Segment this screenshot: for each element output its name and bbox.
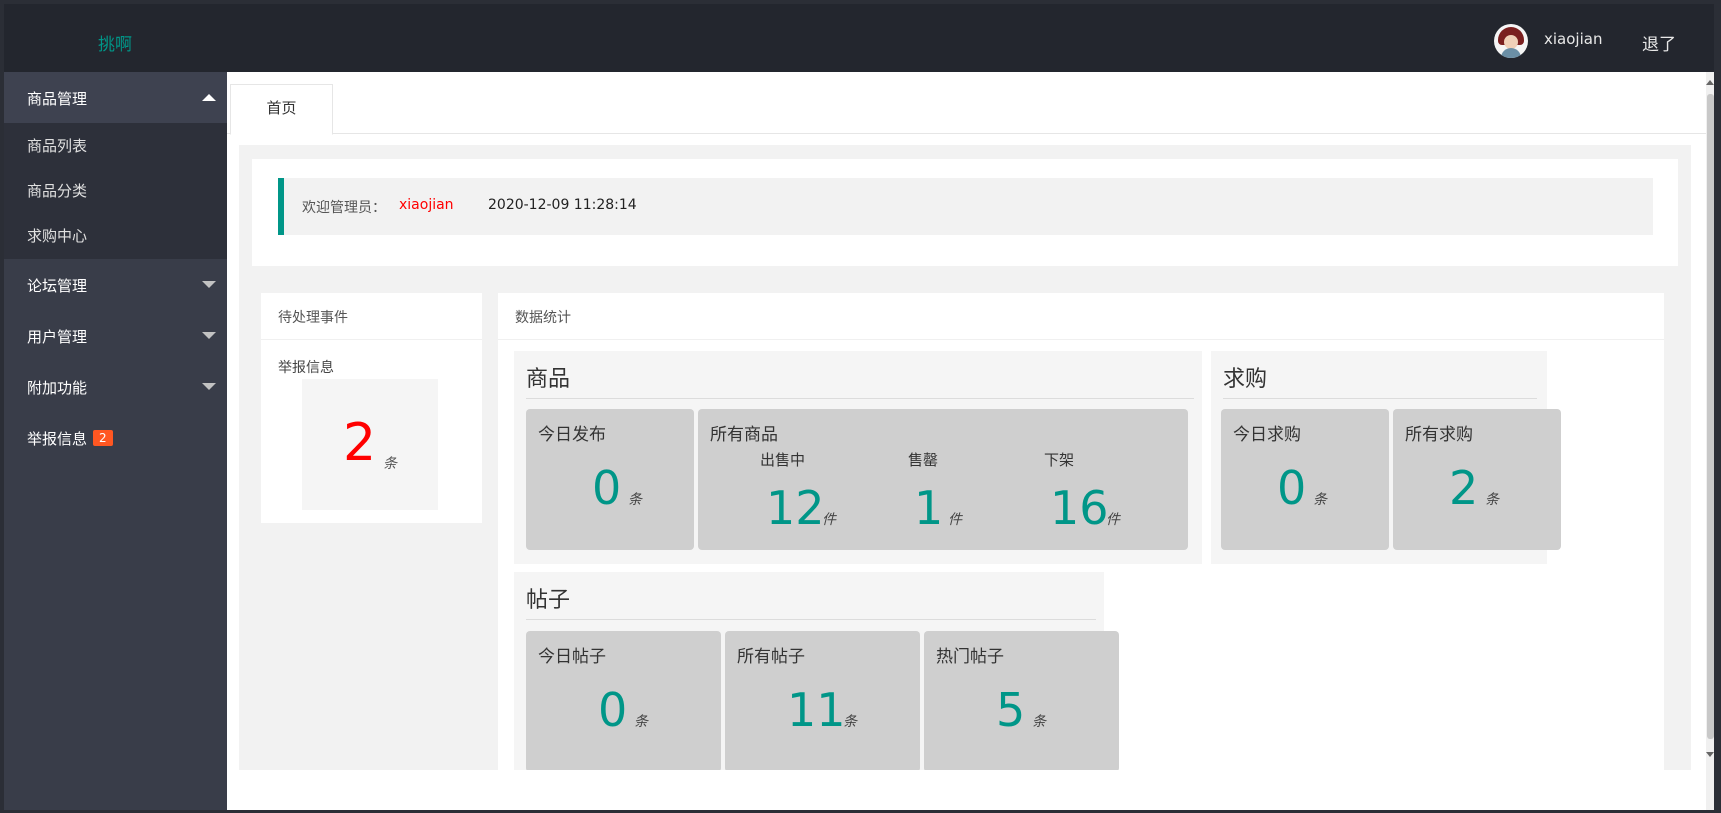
sidebar-item-wanted-center[interactable]: 求购中心 <box>27 225 87 246</box>
caret-down-icon <box>202 332 216 339</box>
goods-section-title: 商品 <box>526 367 571 392</box>
tile-value: 2 <box>1449 461 1479 515</box>
tile-unit: 条 <box>1313 492 1327 508</box>
tab-home[interactable]: 首页 <box>230 84 333 135</box>
wanted-section: 求购 今日求购 0 条 所有求购 2 条 <box>1211 351 1561 564</box>
sidebar-nav: 商品管理 商品列表 商品分类 求购中心 论坛管理 用户管理 附加功能 举报信息 2 <box>4 72 227 810</box>
pending-count-box[interactable]: 2 条 <box>302 379 438 510</box>
pending-item-label: 举报信息 <box>278 360 334 376</box>
tile-all-posts[interactable]: 所有帖子 11 条 <box>725 631 920 770</box>
tile-today-goods[interactable]: 今日发布 0 条 <box>526 409 694 550</box>
pending-card-title: 待处理事件 <box>278 310 348 326</box>
section-divider <box>1223 398 1537 399</box>
caret-down-icon <box>202 383 216 390</box>
scroll-up-icon[interactable] <box>1706 80 1714 85</box>
sold-out-label: 售罄 <box>908 451 939 469</box>
caret-down-icon <box>202 281 216 288</box>
welcome-card: 欢迎管理员： xiaojian 2020-12-09 11:28:14 <box>252 159 1678 266</box>
tile-hot-posts[interactable]: 热门帖子 5 条 <box>924 631 1119 770</box>
off-shelf-unit: 件 <box>1106 512 1120 528</box>
top-header: 挑啊 xiaojian 退了 <box>4 4 1714 72</box>
tile-label: 热门帖子 <box>936 647 1004 667</box>
sidebar-group-label: 论坛管理 <box>27 277 88 295</box>
app-window: 挑啊 xiaojian 退了 商品管理 商品列表 商品分类 求购中心 论坛管理 … <box>4 4 1714 810</box>
avatar-body-shape <box>1501 48 1521 58</box>
section-divider <box>526 619 1096 620</box>
sidebar-item-reports[interactable]: 举报信息 2 <box>4 412 227 463</box>
sidebar-item-goods-list[interactable]: 商品列表 <box>27 135 87 156</box>
posts-section: 帖子 今日帖子 0 条 所有帖子 11 条 热门帖子 5 条 <box>514 572 1119 770</box>
sold-out-value: 1 <box>914 481 944 535</box>
posts-section-title: 帖子 <box>526 588 571 613</box>
tile-today-posts[interactable]: 今日帖子 0 条 <box>526 631 721 770</box>
sidebar-group-goods[interactable]: 商品管理 <box>4 72 227 123</box>
tile-value: 0 <box>598 683 628 737</box>
tile-unit: 条 <box>1032 714 1046 730</box>
sidebar-item-goods-category[interactable]: 商品分类 <box>27 180 87 201</box>
welcome-label: 欢迎管理员： <box>302 200 386 216</box>
username-link[interactable]: xiaojian <box>1544 30 1602 48</box>
on-sale-value: 12 <box>766 481 825 535</box>
tile-value: 11 <box>787 683 846 737</box>
stats-card: 数据统计 商品 今日发布 0 条 所有商品 出售中 12 件 售罄 1 件 下架… <box>498 293 1664 770</box>
tile-label: 今日求购 <box>1233 425 1301 445</box>
sidebar-group-label: 附加功能 <box>27 379 88 397</box>
tile-all-wanted[interactable]: 所有求购 2 条 <box>1393 409 1561 550</box>
dashboard-content: 欢迎管理员： xiaojian 2020-12-09 11:28:14 待处理事… <box>239 145 1691 770</box>
welcome-banner: 欢迎管理员： xiaojian 2020-12-09 11:28:14 <box>278 178 1653 235</box>
tile-label: 所有求购 <box>1405 425 1473 445</box>
welcome-timestamp: 2020-12-09 11:28:14 <box>488 197 637 213</box>
on-sale-unit: 件 <box>822 512 836 528</box>
tile-unit: 条 <box>1485 492 1499 508</box>
tile-unit: 条 <box>843 714 857 730</box>
off-shelf-label: 下架 <box>1044 451 1075 469</box>
tile-unit: 条 <box>634 714 648 730</box>
tile-value: 5 <box>996 683 1026 737</box>
on-sale-label: 出售中 <box>760 451 806 469</box>
reports-label: 举报信息 <box>27 430 88 448</box>
card-divider <box>261 339 482 340</box>
tile-unit: 条 <box>628 492 642 508</box>
wanted-section-title: 求购 <box>1223 367 1268 392</box>
avatar-face-shape <box>1504 35 1518 49</box>
sidebar-group-extras[interactable]: 附加功能 <box>4 361 227 412</box>
main-area: 首页 欢迎管理员： xiaojian 2020-12-09 11:28:14 待… <box>227 72 1706 810</box>
reports-count-badge: 2 <box>93 430 113 446</box>
section-divider <box>526 398 1194 399</box>
tile-label: 今日发布 <box>538 425 606 445</box>
sidebar-group-label: 举报信息 2 <box>27 428 113 449</box>
tile-all-goods[interactable]: 所有商品 出售中 12 件 售罄 1 件 下架 16 件 <box>698 409 1188 550</box>
pending-count: 2 <box>343 413 377 473</box>
goods-section: 商品 今日发布 0 条 所有商品 出售中 12 件 售罄 1 件 下架 16 件 <box>514 351 1202 564</box>
sidebar-group-users[interactable]: 用户管理 <box>4 310 227 361</box>
sidebar-group-label: 商品管理 <box>27 90 88 108</box>
app-logo[interactable]: 挑啊 <box>98 30 132 55</box>
card-divider <box>498 339 1664 340</box>
tile-label: 今日帖子 <box>538 647 606 667</box>
sidebar-group-forum[interactable]: 论坛管理 <box>4 259 227 310</box>
tile-label: 所有商品 <box>710 425 778 445</box>
sold-out-unit: 件 <box>948 512 962 528</box>
pending-events-card: 待处理事件 举报信息 2 条 <box>261 293 482 523</box>
logout-link[interactable]: 退了 <box>1642 30 1676 55</box>
tab-bar: 首页 <box>227 72 1706 135</box>
vertical-scrollbar[interactable] <box>1706 72 1714 810</box>
pending-unit: 条 <box>383 456 397 472</box>
off-shelf-value: 16 <box>1050 481 1109 535</box>
user-avatar[interactable] <box>1494 24 1528 58</box>
sidebar-group-label: 用户管理 <box>27 328 88 346</box>
scroll-down-icon[interactable] <box>1706 752 1714 757</box>
caret-up-icon <box>202 94 216 101</box>
tile-value: 0 <box>592 461 622 515</box>
stats-card-title: 数据统计 <box>515 310 571 326</box>
scroll-thumb[interactable] <box>1707 94 1714 739</box>
tile-value: 0 <box>1277 461 1307 515</box>
tile-today-wanted[interactable]: 今日求购 0 条 <box>1221 409 1389 550</box>
tile-label: 所有帖子 <box>737 647 805 667</box>
welcome-admin-name: xiaojian <box>399 197 454 213</box>
goods-submenu: 商品列表 商品分类 求购中心 <box>4 123 227 259</box>
